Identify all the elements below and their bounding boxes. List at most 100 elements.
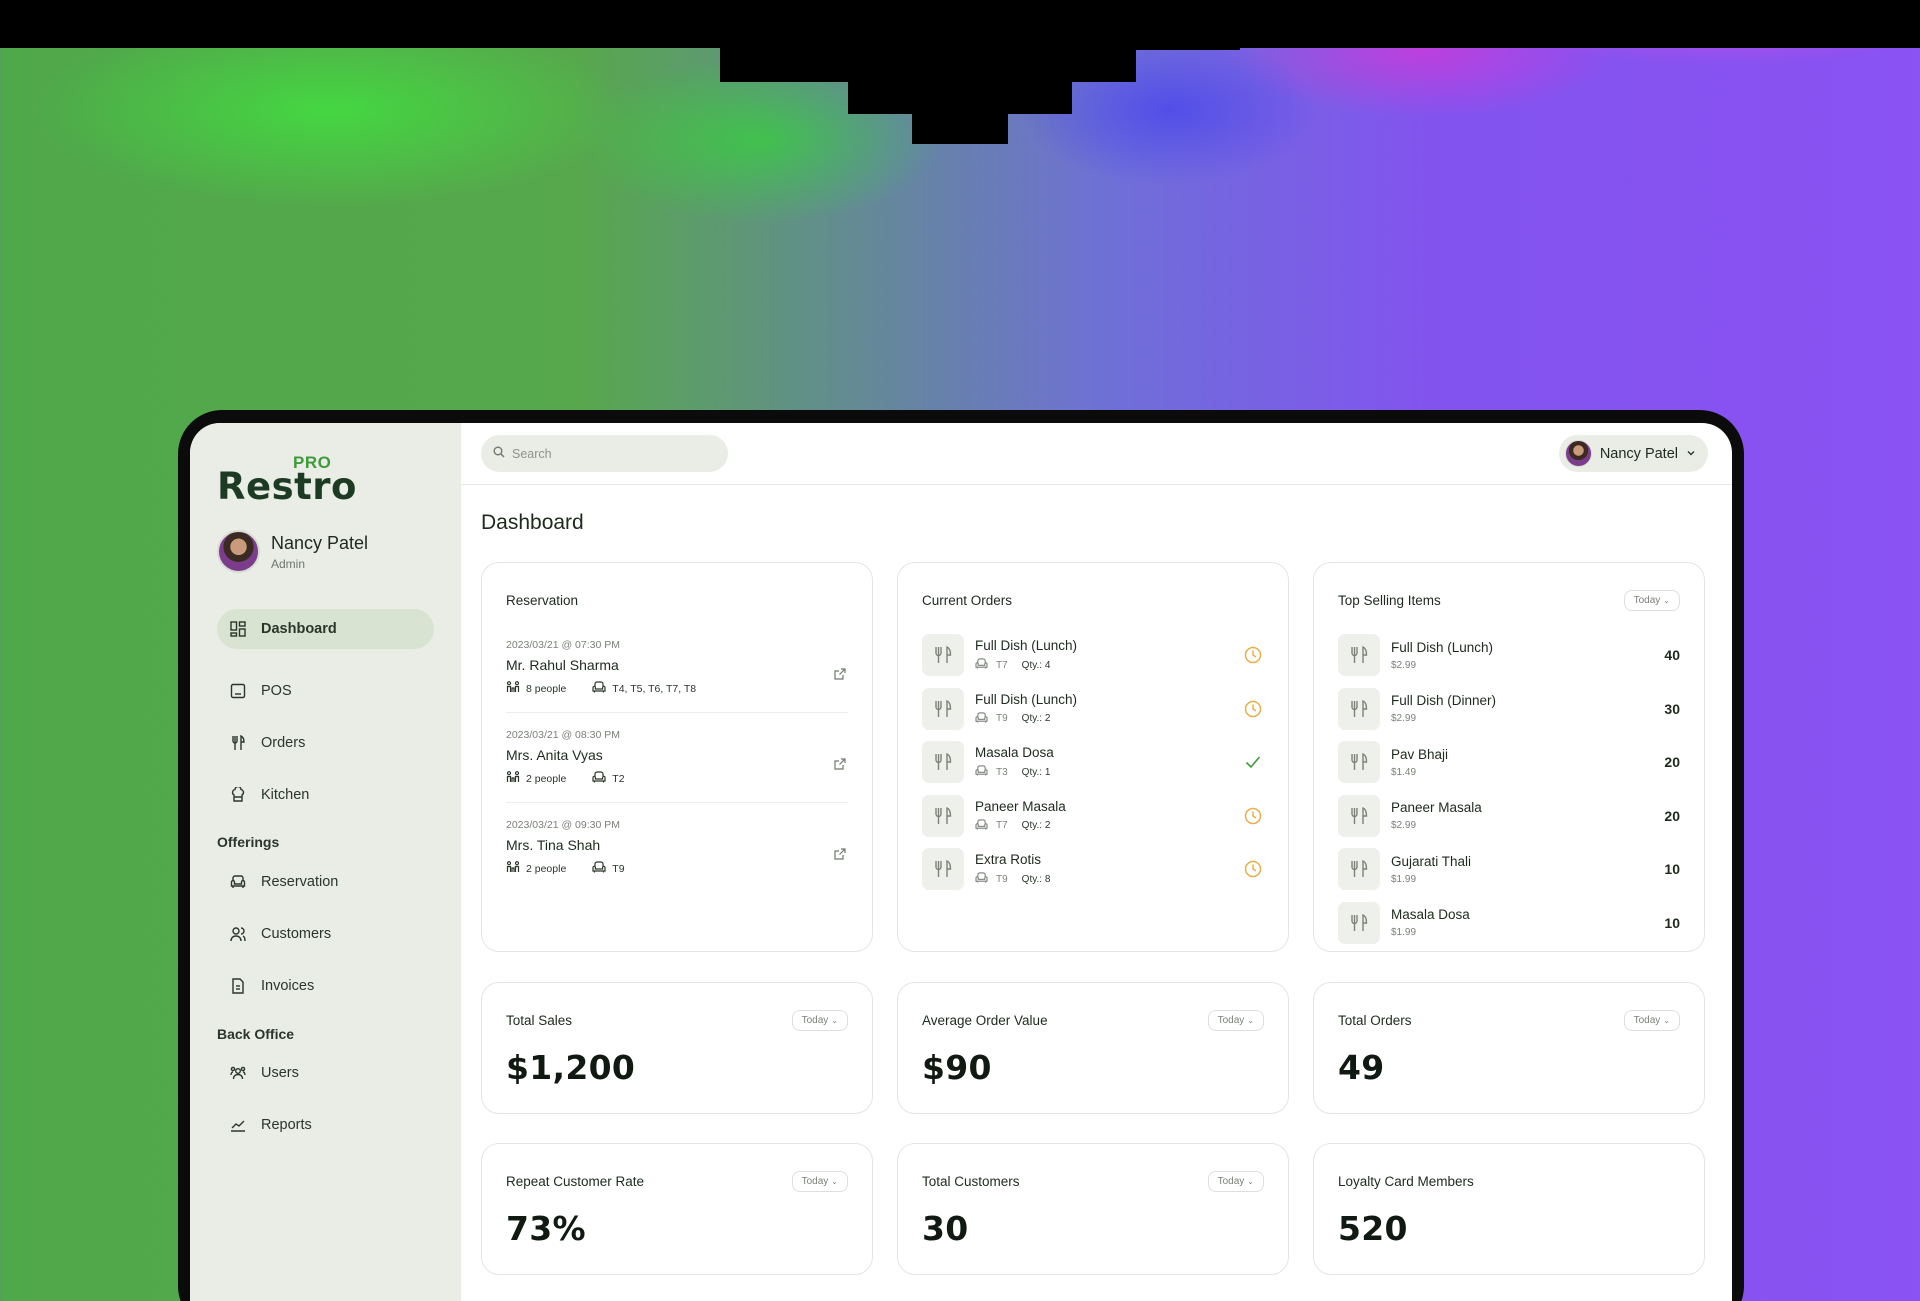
sidebar-item-reports[interactable]: Reports — [217, 1105, 434, 1145]
sidebar-item-pos[interactable]: POS — [217, 671, 434, 711]
chevron-down-icon: ⌄ — [1247, 1177, 1254, 1186]
order-row[interactable]: Full Dish (Lunch) T9 Qty.: 2 — [922, 687, 1264, 731]
stat-value: 73% — [506, 1209, 586, 1248]
sidebar-item-invoices[interactable]: Invoices — [217, 966, 434, 1006]
reservation-time: 2023/03/21 @ 08:30 PM — [506, 729, 620, 741]
stat-value: 520 — [1338, 1209, 1408, 1248]
people-icon — [506, 861, 520, 876]
period-dropdown[interactable]: Today ⌄ — [1623, 590, 1680, 611]
external-link-icon[interactable] — [834, 847, 846, 865]
top-item-count: 10 — [1664, 914, 1680, 931]
profile-role: Admin — [271, 556, 306, 571]
order-row[interactable]: Paneer Masala T7 Qty.: 2 — [922, 794, 1264, 838]
top-item-count: 20 — [1664, 754, 1680, 770]
current-orders-card: Current Orders Full Dish (Lunch) T7 Qty.: … — [897, 562, 1289, 952]
period-dropdown[interactable]: Today ⌄ — [1623, 1010, 1680, 1031]
people-icon — [506, 681, 520, 696]
top-item-row[interactable]: Masala Dosa $1.99 10 — [1338, 901, 1680, 945]
list-item[interactable]: 2023/03/21 @ 09:30 PM Mrs. Tina Shah 2 p… — [506, 819, 848, 909]
order-table: T3 — [996, 766, 1008, 778]
page-title: Dashboard — [481, 511, 584, 534]
user-menu[interactable]: Nancy Patel — [1558, 435, 1708, 472]
background-mask — [912, 114, 1008, 144]
top-item-name: Full Dish (Dinner) — [1391, 693, 1497, 708]
external-link-icon[interactable] — [834, 757, 846, 775]
stat-card-total-customers: Total Customers Today ⌄ 30 — [897, 1143, 1289, 1275]
reservation-tables: T4, T5, T6, T7, T8 — [612, 682, 697, 695]
sidebar-item-kitchen[interactable]: Kitchen — [217, 775, 434, 815]
top-item-row[interactable]: Full Dish (Lunch) $2.99 40 — [1338, 633, 1680, 677]
top-item-name: Paneer Masala — [1391, 800, 1482, 815]
period-label: Today — [1217, 1176, 1245, 1187]
top-item-row[interactable]: Gujarati Thali $1.99 10 — [1338, 847, 1680, 891]
reservation-people: 2 people — [526, 772, 567, 785]
stat-value: 30 — [922, 1209, 969, 1248]
chevron-down-icon — [1686, 446, 1696, 462]
search-input[interactable] — [512, 446, 712, 461]
pos-icon — [229, 682, 247, 700]
background-mask — [720, 48, 1136, 82]
sidebar-item-label: Reservation — [261, 874, 339, 890]
divider — [506, 802, 848, 803]
cutlery-icon — [1338, 741, 1380, 783]
external-link-icon[interactable] — [834, 667, 846, 685]
clock-icon — [1242, 858, 1264, 880]
cutlery-icon — [922, 634, 964, 676]
top-item-row[interactable]: Paneer Masala $2.99 20 — [1338, 794, 1680, 838]
top-item-count: 10 — [1664, 861, 1680, 877]
order-item-name: Full Dish (Lunch) — [975, 691, 1078, 707]
order-item-name: Paneer Masala — [975, 798, 1066, 814]
top-item-price: $1.99 — [1391, 873, 1417, 885]
period-label: Today — [1217, 1015, 1245, 1026]
period-dropdown[interactable]: Today ⌄ — [1207, 1010, 1264, 1031]
list-item[interactable]: 2023/03/21 @ 08:30 PM Mrs. Anita Vyas 2 … — [506, 729, 848, 819]
stat-value: 49 — [1338, 1048, 1385, 1087]
sidebar-profile: Nancy Patel Admin — [217, 530, 368, 573]
list-item[interactable]: 2023/03/21 @ 07:30 PM Mr. Rahul Sharma 8… — [506, 639, 848, 729]
sidebar-item-label: Invoices — [261, 978, 315, 994]
sidebar-item-reservation[interactable]: Reservation — [217, 862, 434, 902]
reservation-time: 2023/03/21 @ 09:30 PM — [506, 819, 620, 831]
stat-card-average-order: Average Order Value Today ⌄ $90 — [897, 982, 1289, 1114]
check-icon — [1242, 751, 1264, 773]
order-item-name: Extra Rotis — [975, 852, 1042, 867]
armchair-icon — [975, 872, 988, 886]
cutlery-icon — [1338, 901, 1380, 944]
top-item-row[interactable]: Full Dish (Dinner) $2.99 30 — [1338, 687, 1680, 731]
period-dropdown[interactable]: Today ⌄ — [791, 1010, 848, 1031]
order-row[interactable]: Full Dish (Lunch) T7 Qty.: 4 — [922, 633, 1264, 677]
top-selling-card: Top Selling Items Today ⌄ Full Dish (Lunc… — [1313, 562, 1705, 952]
sidebar-item-dashboard[interactable]: Dashboard — [217, 609, 434, 649]
period-label: Today — [1633, 595, 1661, 606]
app-screen: PRO Restro Nancy Patel Admin Dashboard P… — [190, 423, 1732, 1301]
order-row[interactable]: Masala Dosa T3 Qty.: 1 — [922, 740, 1264, 784]
stat-card-loyalty-members: Loyalty Card Members 520 — [1313, 1143, 1705, 1275]
chevron-down-icon: ⌄ — [1663, 1016, 1670, 1025]
period-label: Today — [1633, 1015, 1661, 1026]
sidebar-item-users[interactable]: Users — [217, 1053, 434, 1093]
avatar — [1564, 440, 1592, 467]
chart-icon — [229, 1116, 247, 1134]
reservation-people: 8 people — [526, 682, 567, 695]
period-dropdown[interactable]: Today ⌄ — [791, 1171, 848, 1192]
cutlery-icon — [1338, 634, 1380, 676]
stat-label: Total Customers — [922, 1174, 1020, 1189]
period-dropdown[interactable]: Today ⌄ — [1207, 1171, 1264, 1192]
nav-section-offerings: Offerings — [217, 834, 280, 850]
search-bar[interactable] — [481, 435, 728, 472]
armchair-icon — [975, 818, 988, 833]
armchair-icon — [975, 658, 988, 672]
armchair-icon — [229, 873, 247, 891]
order-table: T7 — [996, 659, 1008, 671]
top-item-name: Gujarati Thali — [1391, 853, 1472, 869]
sidebar-item-customers[interactable]: Customers — [217, 914, 434, 954]
period-label: Today — [801, 1015, 829, 1026]
sidebar-item-orders[interactable]: Orders — [217, 723, 434, 763]
order-table: T9 — [996, 713, 1008, 724]
top-item-price: $2.99 — [1391, 713, 1417, 724]
order-row[interactable]: Extra Rotis T9 Qty.: 8 — [922, 847, 1264, 891]
cutlery-icon — [922, 687, 964, 730]
top-item-row[interactable]: Pav Bhaji $1.49 20 — [1338, 740, 1680, 784]
cutlery-icon — [1338, 848, 1380, 890]
stat-card-repeat-customer: Repeat Customer Rate Today ⌄ 73% — [481, 1143, 873, 1275]
